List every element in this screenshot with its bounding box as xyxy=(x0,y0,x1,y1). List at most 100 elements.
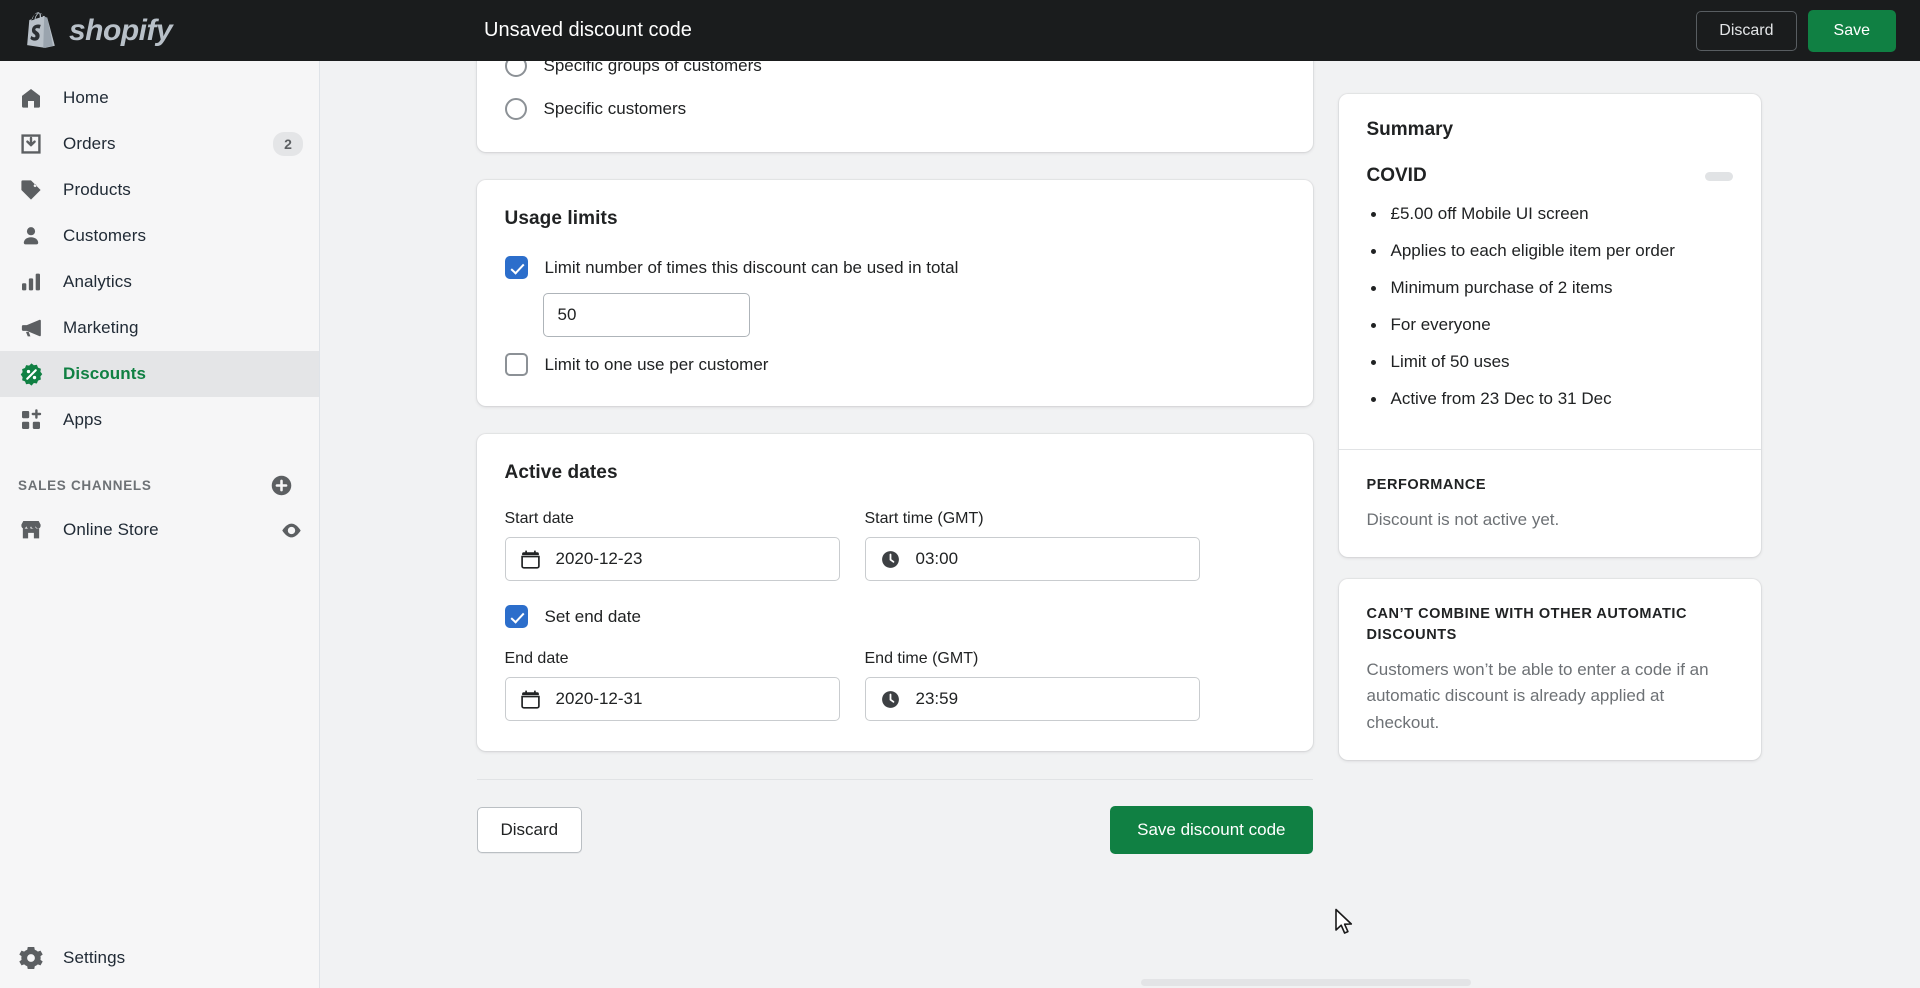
mouse-cursor xyxy=(1334,908,1356,943)
sidebar-item-marketing[interactable]: Marketing xyxy=(0,305,319,351)
left-column: Specific groups of customers Specific cu… xyxy=(476,61,1313,854)
list-item: For everyone xyxy=(1367,314,1733,337)
sidebar-item-label: Marketing xyxy=(63,318,139,337)
active-dates-title: Active dates xyxy=(504,462,618,483)
sidebar-item-analytics[interactable]: Analytics xyxy=(0,259,319,305)
performance-heading: PERFORMANCE xyxy=(1366,476,1487,493)
radio-icon[interactable] xyxy=(504,61,527,77)
eligibility-option-label: Specific groups of customers xyxy=(543,61,762,75)
brand-wordmark: shopify xyxy=(69,13,173,47)
store-icon xyxy=(18,517,44,543)
end-date-field: End date 2020-12-31 xyxy=(504,650,840,721)
list-item: Limit of 50 uses xyxy=(1367,351,1733,374)
sidebar-item-discounts[interactable]: Discounts xyxy=(0,351,319,397)
page-title: Unsaved discount code xyxy=(484,19,692,41)
calendar-icon xyxy=(520,549,541,570)
orders-icon xyxy=(18,131,44,157)
start-date-field: Start date 2020-12-23 xyxy=(504,510,840,581)
sidebar-item-label: Products xyxy=(63,180,131,199)
sidebar-item-home[interactable]: Home xyxy=(0,75,319,121)
sidebar: Home Orders 2 Products Customers Analyti… xyxy=(0,61,320,988)
summary-title: Summary xyxy=(1366,119,1454,140)
set-end-date-row[interactable]: Set end date xyxy=(504,605,1285,628)
start-row: Start date 2020-12-23 Start time (GMT) 0… xyxy=(504,510,1285,581)
status-badge xyxy=(1704,171,1733,181)
sidebar-nav: Home Orders 2 Products Customers Analyti… xyxy=(0,61,319,443)
clock-icon xyxy=(880,689,901,710)
summary-main-section: Summary COVID £5.00 off Mobile UI screen… xyxy=(1339,94,1761,449)
save-discount-code-button[interactable]: Save discount code xyxy=(1110,806,1313,854)
end-time-field: End time (GMT) 23:59 xyxy=(864,650,1200,721)
performance-section: PERFORMANCE Discount is not active yet. xyxy=(1338,448,1761,558)
end-time-label: End time (GMT) xyxy=(864,650,979,667)
list-item: Active from 23 Dec to 31 Dec xyxy=(1367,388,1733,411)
combine-section: CAN’T COMBINE WITH OTHER AUTOMATIC DISCO… xyxy=(1339,579,1761,760)
gear-icon xyxy=(18,945,44,971)
start-date-value: 2020-12-23 xyxy=(555,549,643,568)
start-date-input[interactable]: 2020-12-23 xyxy=(504,537,840,581)
list-item: Minimum purchase of 2 items xyxy=(1367,277,1733,300)
sidebar-item-label: Discounts xyxy=(63,364,147,383)
sales-channels-header: SALES CHANNELS xyxy=(0,463,319,507)
active-dates-body: Active dates Start date 2020-12-23 Start… xyxy=(477,434,1313,751)
eligibility-option-groups[interactable]: Specific groups of customers xyxy=(504,61,1285,77)
end-date-label: End date xyxy=(504,650,569,667)
customer-eligibility-card: Specific groups of customers Specific cu… xyxy=(476,61,1313,152)
limit-total-row[interactable]: Limit number of times this discount can … xyxy=(504,256,1285,279)
shopify-logo[interactable]: shopify xyxy=(0,0,320,61)
sidebar-item-apps[interactable]: Apps xyxy=(0,397,319,443)
home-icon xyxy=(18,85,44,111)
end-time-input[interactable]: 23:59 xyxy=(864,677,1200,721)
eligibility-option-label: Specific customers xyxy=(543,99,687,118)
eligibility-option-specific[interactable]: Specific customers xyxy=(504,98,1285,120)
sidebar-item-products[interactable]: Products xyxy=(0,167,319,213)
start-time-field: Start time (GMT) 03:00 xyxy=(864,510,1200,581)
customers-icon xyxy=(18,223,44,249)
list-item: £5.00 off Mobile UI screen xyxy=(1367,203,1733,226)
shopify-bag-logo-icon xyxy=(22,11,60,51)
eye-icon[interactable] xyxy=(280,519,303,542)
top-bar-actions: Discard Save xyxy=(1696,0,1896,61)
list-item: Applies to each eligible item per order xyxy=(1367,240,1733,263)
summary-discount-code: COVID xyxy=(1366,165,1427,186)
usage-limits-body: Usage limits Limit number of times this … xyxy=(477,180,1313,406)
usage-limit-input[interactable] xyxy=(542,293,750,337)
sidebar-item-customers[interactable]: Customers xyxy=(0,213,319,259)
combine-card: CAN’T COMBINE WITH OTHER AUTOMATIC DISCO… xyxy=(1338,579,1761,760)
end-time-value: 23:59 xyxy=(915,689,959,708)
limit-per-customer-checkbox[interactable] xyxy=(504,353,528,376)
form-footer: Discard Save discount code xyxy=(476,779,1313,854)
sidebar-item-orders[interactable]: Orders 2 xyxy=(0,121,319,167)
start-time-input[interactable]: 03:00 xyxy=(864,537,1200,581)
settings-label: Settings xyxy=(63,948,126,967)
combine-heading: CAN’T COMBINE WITH OTHER AUTOMATIC DISCO… xyxy=(1366,606,1687,643)
summary-code-row: COVID xyxy=(1367,165,1733,187)
discounts-icon xyxy=(18,361,44,387)
end-row: End date 2020-12-31 End time (GMT) 23:59 xyxy=(504,650,1285,721)
usage-limits-card: Usage limits Limit number of times this … xyxy=(476,180,1313,406)
plus-circle-icon[interactable] xyxy=(270,474,293,497)
sidebar-item-label: Online Store xyxy=(63,520,159,539)
summary-bullet-list: £5.00 off Mobile UI screen Applies to ea… xyxy=(1367,203,1733,411)
products-icon xyxy=(18,177,44,203)
set-end-date-checkbox[interactable] xyxy=(504,605,528,628)
radio-icon[interactable] xyxy=(504,98,527,120)
limit-per-customer-row[interactable]: Limit to one use per customer xyxy=(504,353,1285,376)
end-date-value: 2020-12-31 xyxy=(555,689,643,708)
main-content: Specific groups of customers Specific cu… xyxy=(321,61,1920,988)
horizontal-scrollbar[interactable] xyxy=(1141,979,1471,986)
top-bar: shopify Unsaved discount code Discard Sa… xyxy=(0,0,1920,61)
save-button-top[interactable]: Save xyxy=(1807,9,1896,52)
sidebar-item-settings[interactable]: Settings xyxy=(0,928,319,988)
discard-button-top[interactable]: Discard xyxy=(1696,10,1797,51)
sidebar-item-label: Customers xyxy=(63,226,147,245)
analytics-icon xyxy=(18,269,44,295)
discard-button-footer[interactable]: Discard xyxy=(476,807,583,853)
limit-total-checkbox[interactable] xyxy=(504,256,528,279)
combine-body: Customers won’t be able to enter a code … xyxy=(1366,659,1709,732)
end-date-input[interactable]: 2020-12-31 xyxy=(504,677,840,721)
sidebar-item-label: Orders xyxy=(63,134,116,153)
orders-count-badge: 2 xyxy=(273,132,303,156)
sidebar-item-online-store[interactable]: Online Store xyxy=(0,507,319,553)
start-date-label: Start date xyxy=(504,510,574,527)
